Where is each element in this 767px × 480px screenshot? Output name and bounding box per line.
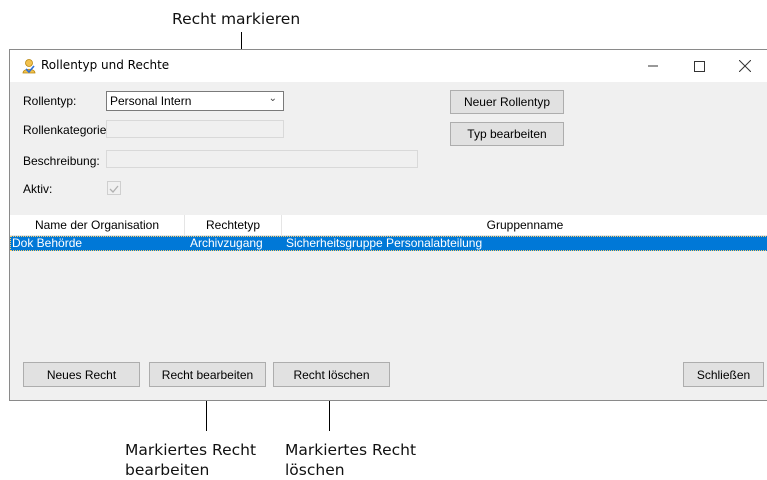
close-window-button[interactable] [722, 50, 767, 82]
beschreibung-label: Beschreibung: [23, 154, 100, 168]
rollenkategorie-field[interactable] [106, 120, 284, 138]
chevron-down-icon: ⌄ [268, 93, 277, 104]
rollentyp-label: Rollentyp: [23, 94, 77, 108]
table-row[interactable]: Dok Behörde Archivzugang Sicherheitsgrup… [10, 236, 767, 251]
new-right-button[interactable]: Neues Recht [23, 362, 140, 387]
column-header-rechtetyp[interactable]: Rechtetyp [185, 215, 282, 235]
title-bar: Rollentyp und Rechte [10, 50, 767, 82]
rollentyp-select[interactable]: Personal Intern ⌄ [106, 91, 284, 111]
table-header: Name der Organisation Rechtetyp Gruppenn… [10, 215, 767, 236]
new-role-type-button[interactable]: Neuer Rollentyp [450, 90, 564, 114]
callout-delete-line1: Markiertes Recht [285, 441, 417, 459]
rights-table: Name der Organisation Rechtetyp Gruppenn… [10, 215, 767, 341]
aktiv-label: Aktiv: [23, 182, 53, 196]
beschreibung-field[interactable] [106, 150, 418, 168]
callout-delete-right: Markiertes Recht löschen [285, 440, 416, 480]
cell-gruppenname: Sicherheitsgruppe Personalabteilung [286, 236, 483, 250]
rollenkategorie-label: Rollenkategorie: [23, 123, 110, 137]
checkmark-icon [109, 185, 119, 193]
dialog-window: Rollentyp und Rechte Rollentyp: Personal… [9, 49, 767, 401]
aktiv-checkbox[interactable] [107, 181, 121, 195]
rollentyp-value: Personal Intern [110, 94, 192, 108]
window-title: Rollentyp und Rechte [41, 58, 170, 72]
callout-mark-right: Recht markieren [172, 10, 301, 28]
cell-organisation: Dok Behörde [12, 236, 83, 250]
column-header-gruppenname[interactable]: Gruppenname [282, 215, 767, 235]
edit-right-button[interactable]: Recht bearbeiten [149, 362, 266, 387]
minimize-button[interactable] [630, 50, 676, 82]
callout-edit-line2: bearbeiten [125, 461, 210, 479]
cell-rechtetyp: Archivzugang [190, 236, 263, 250]
callout-edit-right: Markiertes Recht bearbeiten [125, 440, 256, 480]
edit-type-button[interactable]: Typ bearbeiten [450, 122, 564, 146]
callout-edit-line1: Markiertes Recht [125, 441, 257, 459]
maximize-button[interactable] [676, 50, 722, 82]
close-button[interactable]: Schließen [683, 362, 764, 387]
role-user-icon [21, 58, 37, 74]
column-header-organisation[interactable]: Name der Organisation [10, 215, 185, 235]
callout-delete-line2: löschen [285, 461, 345, 479]
delete-right-button[interactable]: Recht löschen [273, 362, 390, 387]
